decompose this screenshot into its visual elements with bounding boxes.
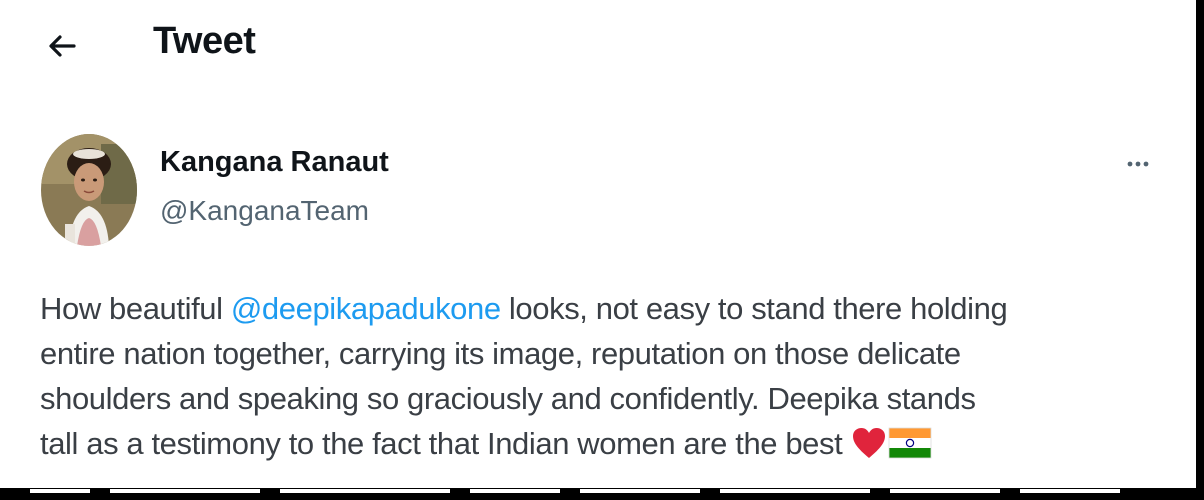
page-title: Tweet (153, 20, 256, 62)
tweet-text-segment: looks, not easy to stand there holding (500, 291, 1008, 326)
india-flag-icon (887, 426, 933, 472)
tweet-line-1: How beautiful @deepikapadukone looks, no… (40, 286, 1180, 331)
mention-link[interactable]: @deepikapadukone (231, 291, 501, 326)
tweet-line-3: shoulders and speaking so graciously and… (40, 381, 976, 416)
cropped-text-fragment (30, 488, 1130, 500)
author-handle[interactable]: @KanganaTeam (160, 195, 369, 227)
more-options-icon[interactable] (1120, 150, 1160, 178)
tweet-line-2: entire nation together, carrying its ima… (40, 336, 961, 371)
back-arrow-icon[interactable] (40, 24, 84, 68)
author-display-name[interactable]: Kangana Ranaut (160, 146, 389, 179)
tweet-page: Tweet Kangana Ranaut @KanganaTeam How be… (0, 0, 1196, 488)
tweet-text: How beautiful @deepikapadukone looks, no… (40, 286, 1180, 472)
avatar[interactable] (41, 134, 137, 246)
red-heart-icon (851, 426, 887, 472)
tweet-text-segment: tall as a testimony to the fact that Ind… (40, 426, 851, 461)
tweet-text-segment: How beautiful (40, 291, 231, 326)
tweet-line-4: tall as a testimony to the fact that Ind… (40, 421, 1180, 472)
